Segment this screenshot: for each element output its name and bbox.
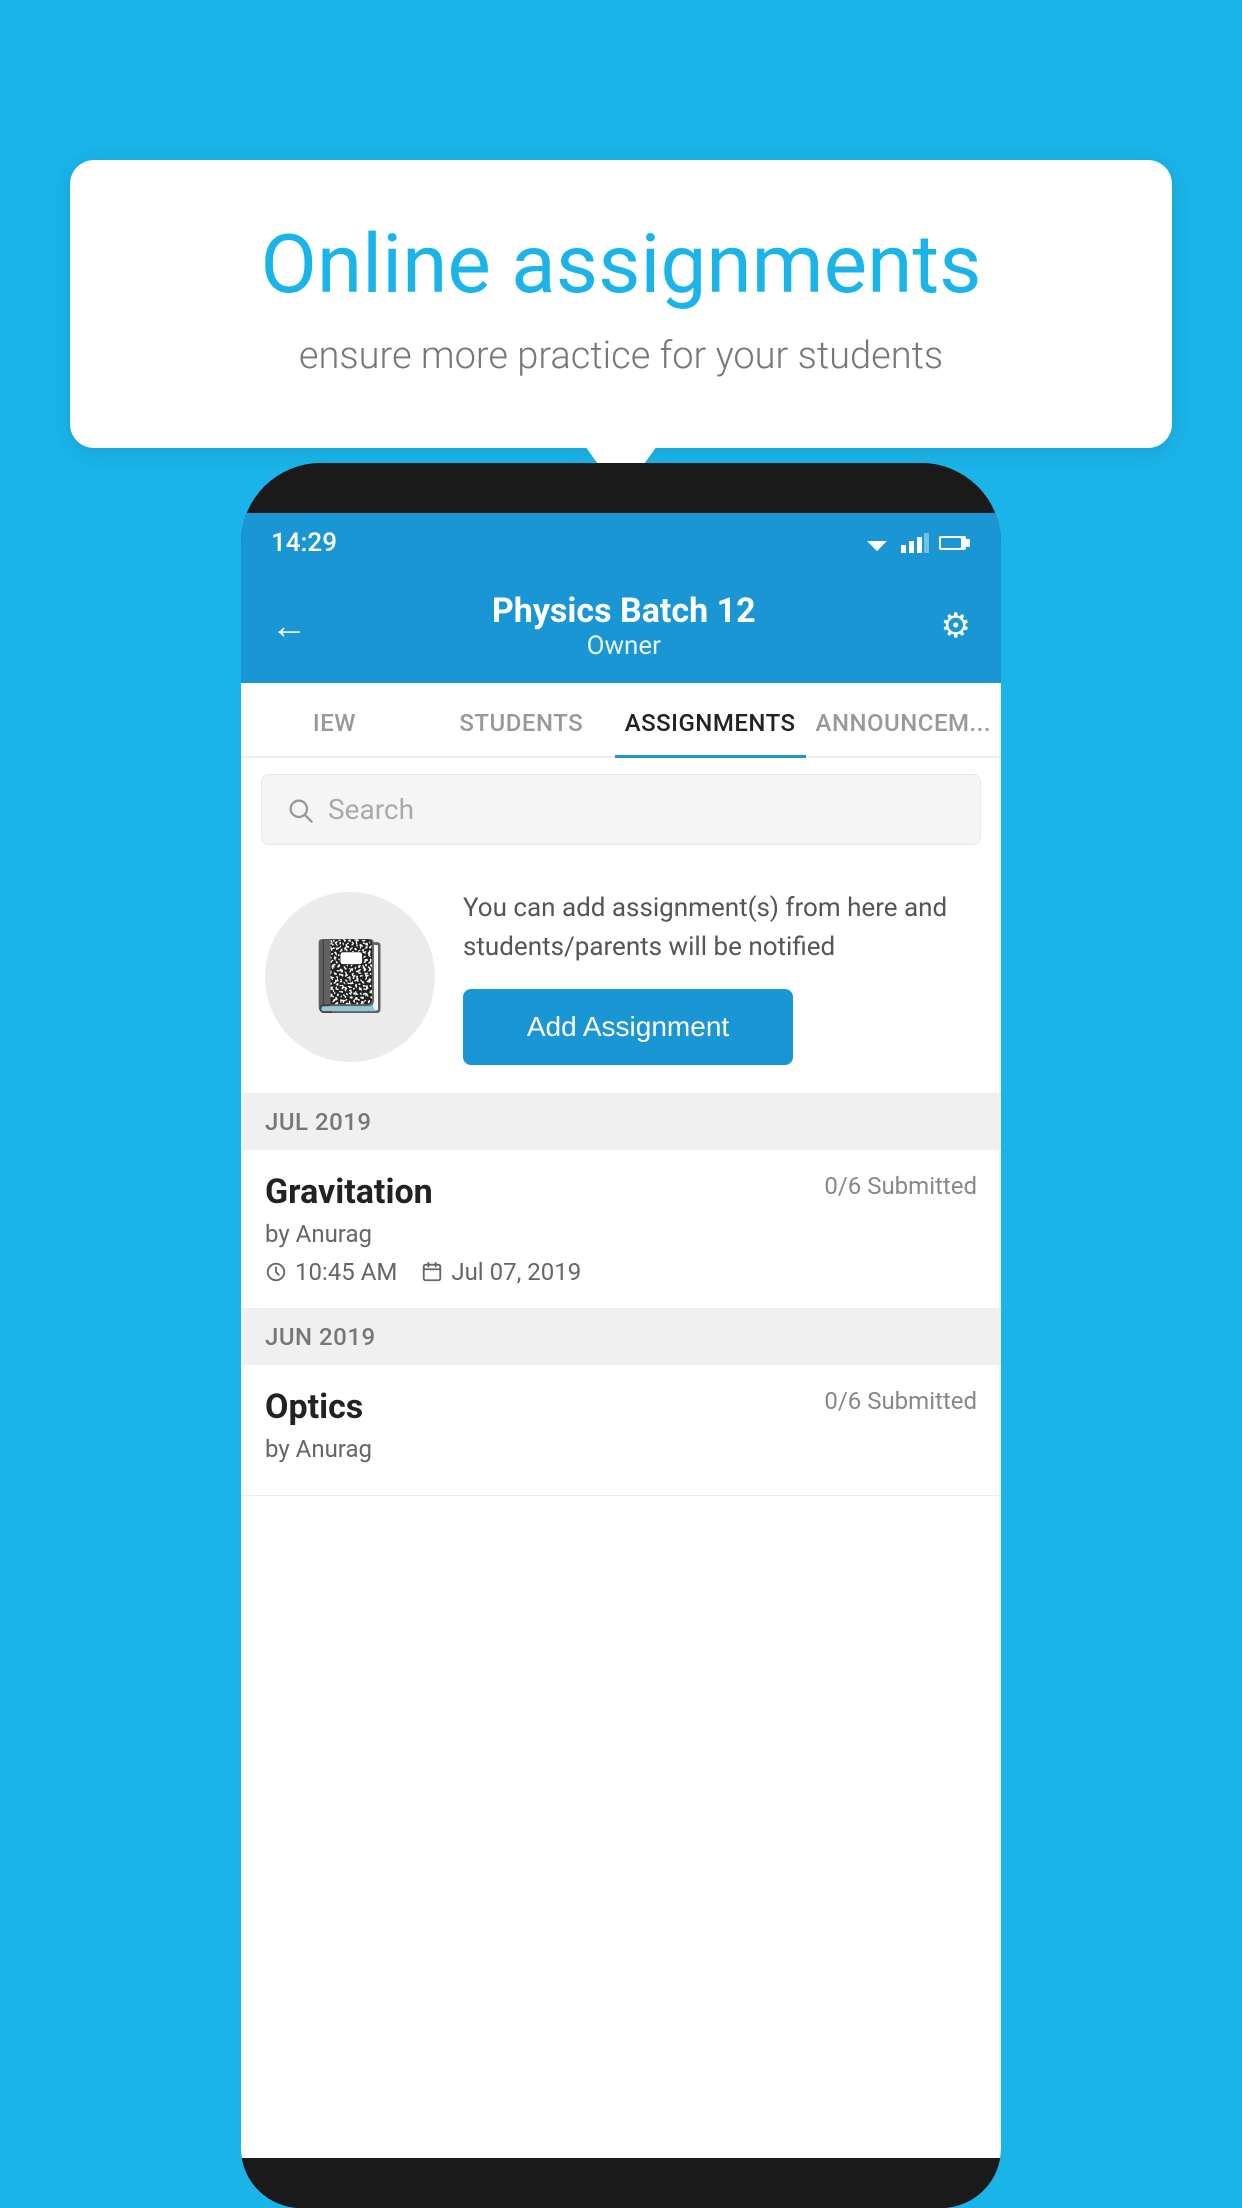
gear-icon[interactable]: ⚙	[941, 606, 971, 646]
speech-bubble-section: Online assignments ensure more practice …	[70, 160, 1172, 496]
phone-screen: Search 📓 You can add assignment(s) from …	[241, 758, 1001, 2158]
gravitation-time-text: 10:45 AM	[295, 1258, 397, 1286]
assignment-time-gravitation: 10:45 AM	[265, 1258, 397, 1286]
assignment-by-optics: by Anurag	[265, 1435, 977, 1463]
tab-announcements-label: ANNOUNCEM...	[816, 709, 991, 737]
phone-bottom-bar	[241, 2158, 1001, 2208]
assignment-name-gravitation: Gravitation	[265, 1172, 433, 1212]
status-bar: 14:29	[241, 513, 1001, 573]
assignment-item-optics-top: Optics 0/6 Submitted	[265, 1387, 977, 1427]
speech-bubble: Online assignments ensure more practice …	[70, 160, 1172, 448]
status-time: 14:29	[271, 528, 337, 558]
section-month-jun: JUN 2019	[265, 1323, 376, 1351]
phone-mockup: 14:29	[241, 463, 1001, 2208]
assignment-item-optics[interactable]: Optics 0/6 Submitted by Anurag	[241, 1365, 1001, 1496]
assignment-description: You can add assignment(s) from here and …	[463, 889, 977, 967]
app-header: ← Physics Batch 12 Owner ⚙	[241, 573, 1001, 683]
section-header-jun: JUN 2019	[241, 1309, 1001, 1365]
assignment-notebook-icon: 📓	[306, 936, 393, 1018]
assignment-item-gravitation[interactable]: Gravitation 0/6 Submitted by Anurag 10:4…	[241, 1150, 1001, 1309]
calendar-icon	[421, 1261, 443, 1283]
assignment-submitted-optics: 0/6 Submitted	[824, 1387, 977, 1415]
battery-icon	[939, 534, 971, 552]
tab-overview-label: IEW	[313, 709, 356, 737]
phone-top-bar	[241, 463, 1001, 513]
back-button[interactable]: ←	[271, 605, 307, 647]
search-bar[interactable]: Search	[261, 774, 981, 845]
speech-bubble-subtitle: ensure more practice for your students	[140, 334, 1102, 378]
header-subtitle: Owner	[307, 631, 941, 661]
tab-announcements[interactable]: ANNOUNCEM...	[806, 685, 1001, 758]
tab-assignments[interactable]: ASSIGNMENTS	[615, 685, 806, 758]
assignment-icon-circle: 📓	[265, 892, 435, 1062]
assignment-date-gravitation: Jul 07, 2019	[421, 1258, 581, 1286]
header-title-group: Physics Batch 12 Owner	[307, 591, 941, 661]
assignment-right-panel: You can add assignment(s) from here and …	[463, 889, 977, 1065]
header-title: Physics Batch 12	[307, 591, 941, 631]
wifi-icon	[863, 533, 891, 553]
clock-icon	[265, 1261, 287, 1283]
gravitation-date-text: Jul 07, 2019	[451, 1258, 581, 1286]
phone-frame: 14:29	[241, 463, 1001, 2208]
search-placeholder: Search	[328, 793, 414, 826]
tabs-bar: IEW STUDENTS ASSIGNMENTS ANNOUNCEM...	[241, 683, 1001, 758]
section-month-jul: JUL 2019	[265, 1108, 372, 1136]
tab-students-label: STUDENTS	[459, 709, 583, 737]
status-icons	[863, 533, 971, 553]
tab-assignments-label: ASSIGNMENTS	[625, 709, 796, 737]
assignment-name-optics: Optics	[265, 1387, 363, 1427]
add-assignment-button[interactable]: Add Assignment	[463, 989, 793, 1065]
assignment-by-gravitation: by Anurag	[265, 1220, 977, 1248]
phone-notch	[561, 463, 681, 501]
section-header-jul: JUL 2019	[241, 1094, 1001, 1150]
search-container: Search	[241, 758, 1001, 861]
assignment-item-top: Gravitation 0/6 Submitted	[265, 1172, 977, 1212]
add-assignment-area: 📓 You can add assignment(s) from here an…	[241, 861, 1001, 1094]
tab-students[interactable]: STUDENTS	[428, 685, 615, 758]
tab-overview[interactable]: IEW	[241, 685, 428, 758]
search-icon	[286, 796, 314, 824]
assignment-submitted-gravitation: 0/6 Submitted	[824, 1172, 977, 1200]
speech-bubble-title: Online assignments	[140, 220, 1102, 310]
assignment-meta-gravitation: 10:45 AM Jul 07, 2019	[265, 1258, 977, 1286]
signal-icon	[901, 533, 929, 553]
